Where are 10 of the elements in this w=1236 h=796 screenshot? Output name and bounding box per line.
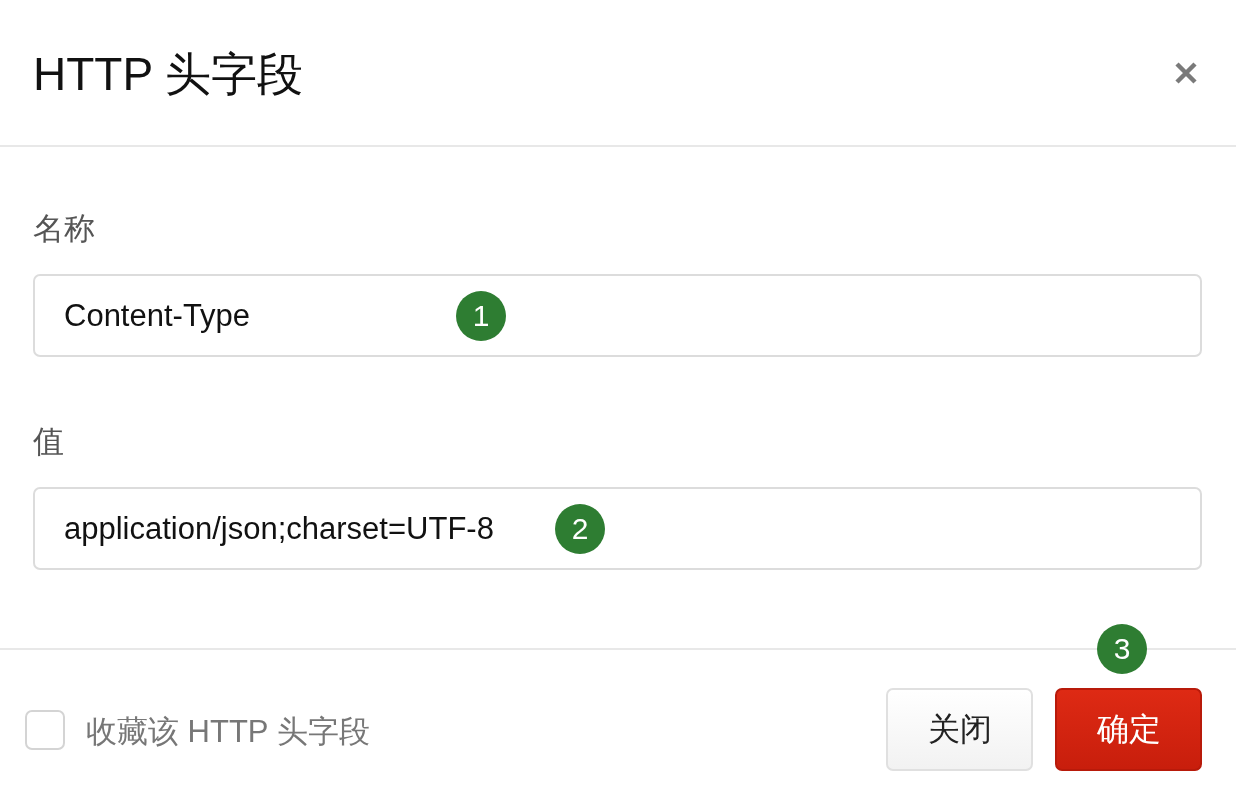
- checkbox[interactable]: [25, 709, 65, 750]
- field-label: 值: [33, 423, 64, 461]
- number-badge: 3: [1097, 624, 1147, 674]
- close-button[interactable]: [1174, 60, 1198, 85]
- checkbox-label: 收藏该 HTTP 头字段: [86, 712, 370, 751]
- confirm-button[interactable]: 确定: [1055, 688, 1202, 771]
- close-dialog-button[interactable]: 关闭: [886, 688, 1033, 771]
- field-label: 名称: [33, 210, 95, 248]
- dialog-title: HTTP 头字段: [33, 46, 304, 102]
- close-icon: [1174, 60, 1198, 85]
